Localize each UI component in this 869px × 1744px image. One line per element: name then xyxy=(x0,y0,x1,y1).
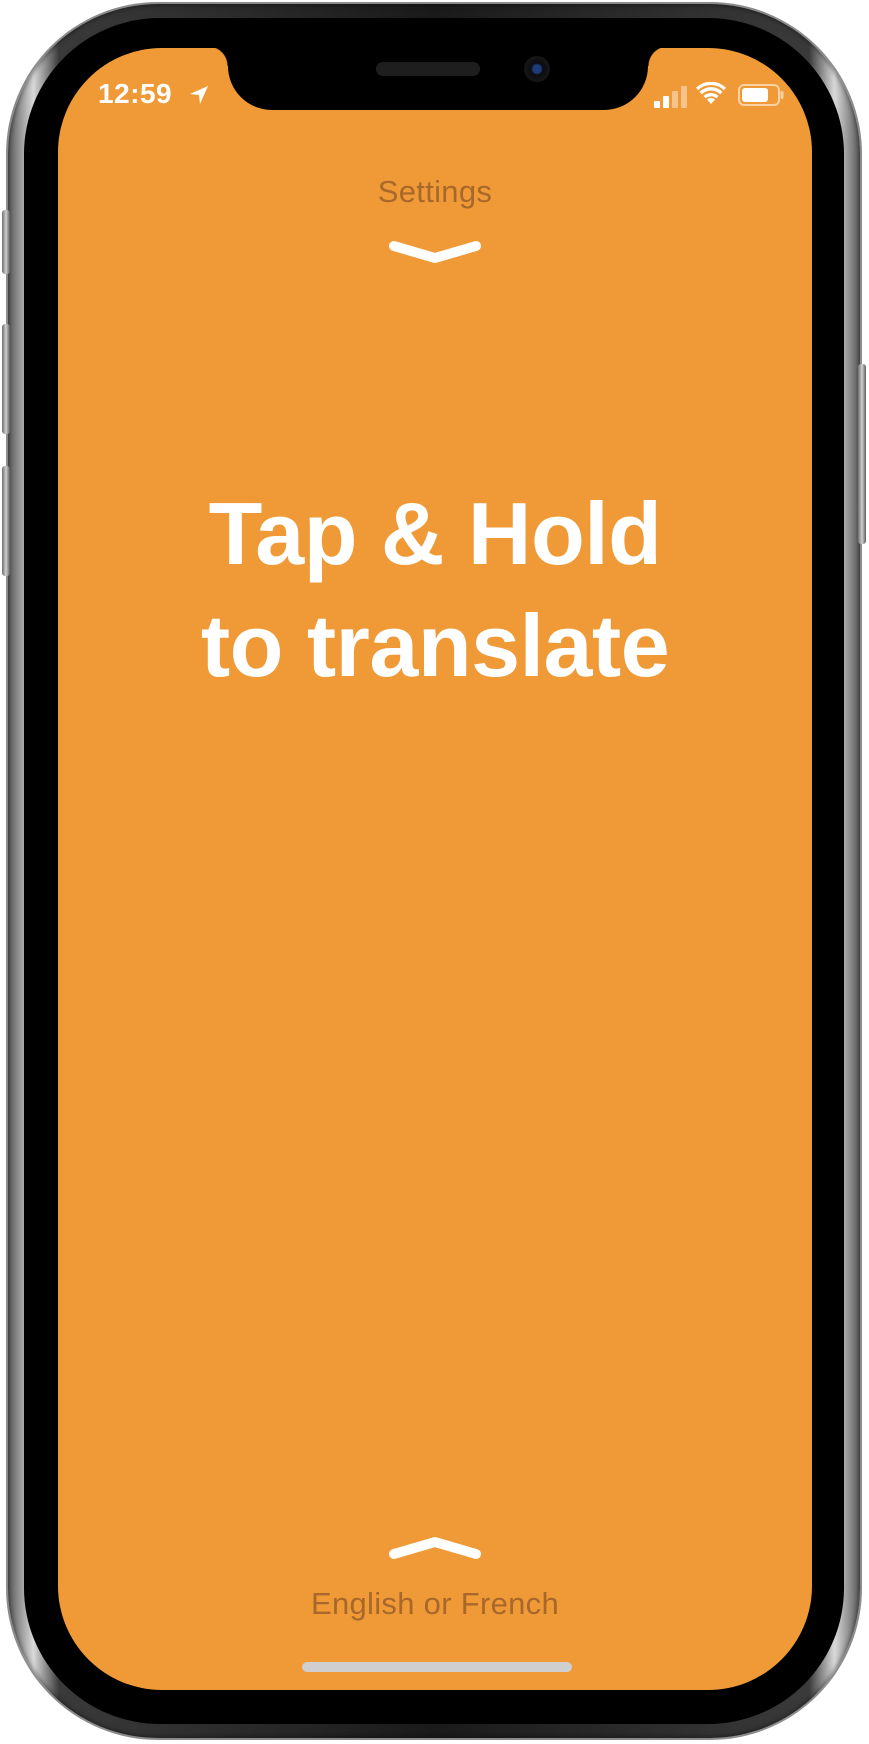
tap-hold-instruction[interactable]: Tap & Hold to translate xyxy=(58,478,812,702)
volume-down-button xyxy=(2,466,10,576)
location-arrow-icon xyxy=(190,86,208,104)
home-indicator[interactable] xyxy=(302,1662,572,1672)
language-selector-label[interactable]: English or French xyxy=(58,1586,812,1622)
power-button xyxy=(858,364,866,544)
chevron-down-icon[interactable] xyxy=(388,238,482,268)
status-time: 12:59 xyxy=(98,78,173,109)
silent-switch xyxy=(2,210,10,274)
wifi-icon xyxy=(696,82,726,104)
instruction-line-2: to translate xyxy=(200,596,670,695)
notch xyxy=(208,48,668,110)
instruction-line-1: Tap & Hold xyxy=(208,484,662,583)
battery-icon xyxy=(738,84,784,106)
app-screen[interactable]: 12:59 Settings Tap & Hold to translate E… xyxy=(58,48,812,1690)
settings-label[interactable]: Settings xyxy=(58,174,812,210)
volume-up-button xyxy=(2,324,10,434)
chevron-up-icon[interactable] xyxy=(388,1532,482,1562)
cellular-signal-icon xyxy=(654,86,687,108)
front-camera xyxy=(524,56,550,82)
earpiece-speaker xyxy=(376,62,480,76)
